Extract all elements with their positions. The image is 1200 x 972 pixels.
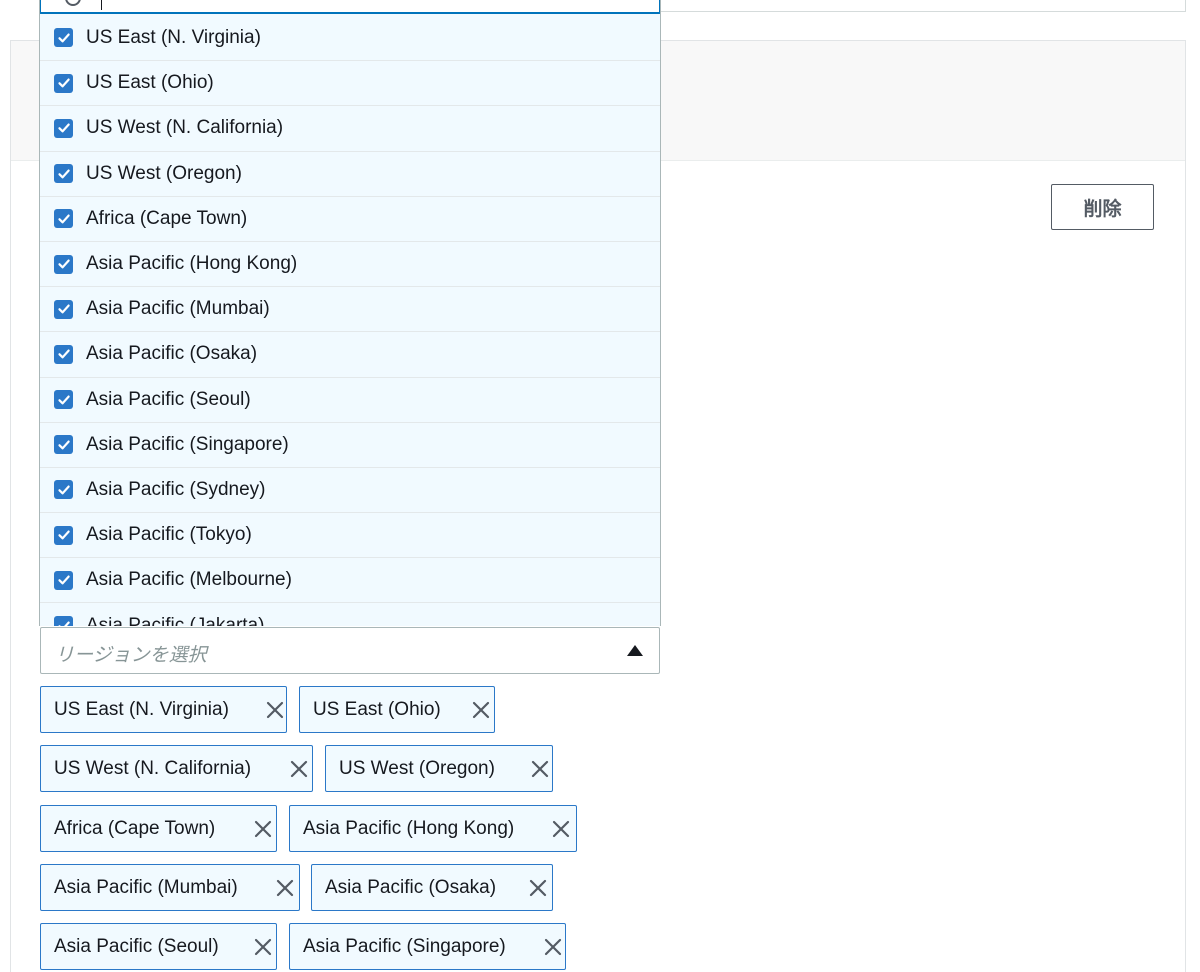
region-token: Asia Pacific (Seoul)	[40, 923, 277, 970]
region-select[interactable]: リージョンを選択	[40, 627, 660, 674]
close-icon[interactable]	[543, 937, 563, 957]
region-select-placeholder: リージョンを選択	[55, 645, 207, 666]
region-token-label: US West (N. California)	[54, 757, 252, 779]
check-icon[interactable]	[54, 570, 73, 590]
region-token: US East (Ohio)	[299, 686, 495, 733]
region-token-label: Asia Pacific (Singapore)	[303, 935, 506, 957]
region-option[interactable]: Asia Pacific (Melbourne)	[40, 557, 660, 602]
region-option-label: Asia Pacific (Mumbai)	[86, 298, 270, 320]
close-icon[interactable]	[471, 700, 491, 720]
region-option[interactable]: Asia Pacific (Tokyo)	[40, 512, 660, 557]
check-icon[interactable]	[54, 28, 73, 48]
region-option-label: US East (Ohio)	[86, 72, 214, 94]
region-option[interactable]: Asia Pacific (Hong Kong)	[40, 240, 660, 286]
region-option-label: Asia Pacific (Singapore)	[86, 433, 289, 455]
close-icon[interactable]	[275, 878, 295, 898]
region-option-label: Africa (Cape Town)	[86, 207, 248, 229]
check-icon[interactable]	[54, 480, 73, 500]
search-icon	[65, 0, 81, 6]
region-option-label: US West (N. California)	[86, 117, 284, 139]
region-token-label: Asia Pacific (Hong Kong)	[303, 817, 515, 839]
delete-button[interactable]: 削除	[1051, 184, 1154, 230]
region-option-label: US East (N. Virginia)	[86, 26, 261, 48]
check-icon[interactable]	[54, 73, 73, 93]
close-icon[interactable]	[289, 759, 309, 779]
region-option[interactable]: Asia Pacific (Singapore)	[40, 421, 660, 467]
region-search-input[interactable]	[40, 0, 660, 14]
region-option[interactable]: Asia Pacific (Seoul)	[40, 376, 660, 422]
region-token: US East (N. Virginia)	[40, 686, 287, 733]
close-icon[interactable]	[551, 819, 571, 839]
check-icon[interactable]	[54, 525, 73, 545]
region-option[interactable]: US West (Oregon)	[40, 150, 660, 196]
region-option-label: Asia Pacific (Osaka)	[86, 343, 258, 365]
region-token-label: Asia Pacific (Mumbai)	[54, 876, 238, 898]
close-icon[interactable]	[253, 937, 273, 957]
top-panel-edge	[660, 0, 1186, 12]
region-option-label: US West (Oregon)	[86, 162, 242, 184]
text-cursor	[101, 0, 102, 10]
close-icon[interactable]	[253, 819, 273, 839]
region-option[interactable]: Asia Pacific (Mumbai)	[40, 286, 660, 331]
region-token-label: US East (Ohio)	[313, 698, 441, 720]
region-option[interactable]: US West (N. California)	[40, 105, 660, 150]
close-icon[interactable]	[265, 700, 285, 720]
check-icon[interactable]	[54, 164, 73, 184]
region-option-label: Asia Pacific (Jakarta)	[86, 614, 265, 626]
region-option-label: Asia Pacific (Hong Kong)	[86, 253, 298, 275]
region-option[interactable]: US East (N. Virginia)	[40, 15, 660, 60]
region-token-label: US East (N. Virginia)	[54, 698, 229, 720]
region-token: Asia Pacific (Mumbai)	[40, 864, 300, 911]
region-token: US West (N. California)	[40, 745, 313, 792]
check-icon[interactable]	[54, 390, 73, 410]
region-token-label: Asia Pacific (Osaka)	[325, 876, 497, 898]
region-settings-page: 削除 US East (N. Virginia) US East (Ohio) US…	[0, 0, 1200, 972]
region-token: Asia Pacific (Osaka)	[311, 864, 553, 911]
region-option[interactable]: US East (Ohio)	[40, 60, 660, 105]
region-dropdown-list[interactable]: US East (N. Virginia) US East (Ohio) US We…	[39, 0, 661, 626]
caret-up-icon[interactable]	[627, 645, 643, 656]
region-option-label: Asia Pacific (Seoul)	[86, 388, 251, 410]
check-icon[interactable]	[54, 209, 73, 229]
region-option[interactable]: Asia Pacific (Jakarta)	[40, 602, 660, 626]
region-token: US West (Oregon)	[325, 745, 553, 792]
close-icon[interactable]	[528, 878, 548, 898]
check-icon[interactable]	[54, 118, 73, 138]
check-icon[interactable]	[54, 299, 73, 319]
region-option[interactable]: Asia Pacific (Osaka)	[40, 331, 660, 376]
check-icon[interactable]	[54, 435, 73, 455]
region-token-label: Asia Pacific (Seoul)	[54, 935, 219, 957]
check-icon[interactable]	[54, 254, 73, 274]
region-option-label: Asia Pacific (Tokyo)	[86, 524, 252, 546]
region-option[interactable]: Africa (Cape Town)	[40, 195, 660, 241]
check-icon[interactable]	[54, 616, 73, 626]
region-token: Asia Pacific (Hong Kong)	[289, 805, 577, 852]
region-token-label: US West (Oregon)	[339, 757, 495, 779]
region-options: US East (N. Virginia) US East (Ohio) US We…	[40, 15, 660, 626]
close-icon[interactable]	[530, 759, 550, 779]
region-token-label: Africa (Cape Town)	[54, 817, 216, 839]
region-token: Africa (Cape Town)	[40, 805, 277, 852]
check-icon[interactable]	[54, 344, 73, 364]
region-option[interactable]: Asia Pacific (Sydney)	[40, 466, 660, 512]
region-token: Asia Pacific (Singapore)	[289, 923, 566, 970]
region-option-label: Asia Pacific (Melbourne)	[86, 569, 292, 591]
region-option-label: Asia Pacific (Sydney)	[86, 478, 266, 500]
